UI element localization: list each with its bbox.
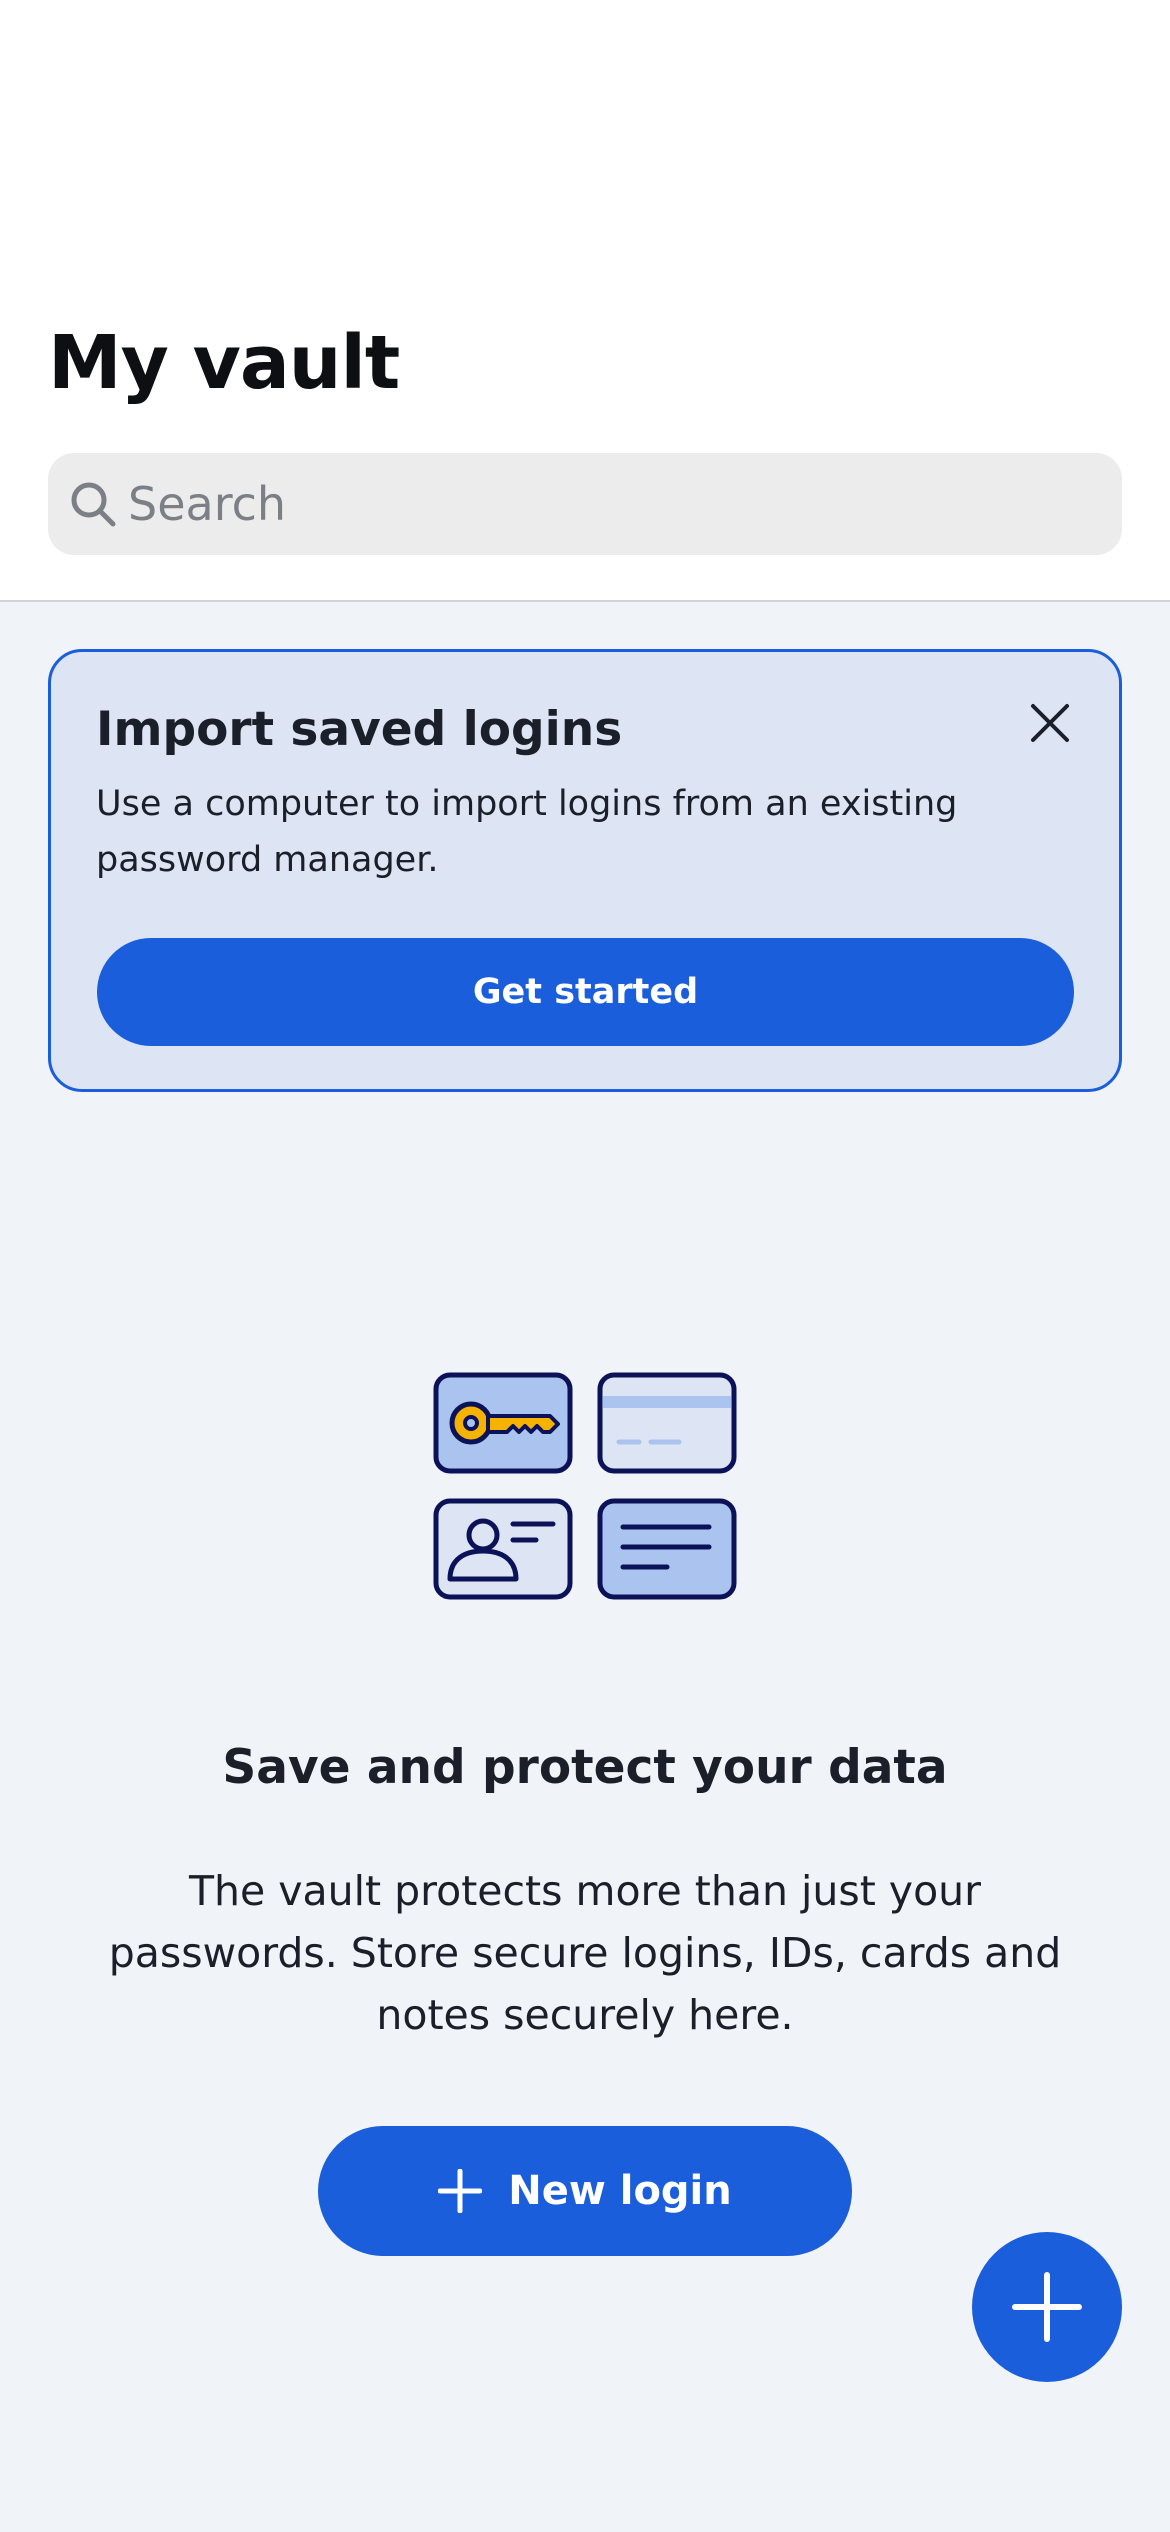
close-icon[interactable] [1027,700,1073,746]
page-title: My vault [48,320,400,406]
credit-card-icon [597,1372,737,1474]
plus-icon [1012,2272,1082,2342]
import-logins-card: Import saved logins Use a computer to im… [48,649,1122,1092]
empty-state-title: Save and protect your data [222,1740,948,1795]
vault-illustration [433,1372,737,1600]
plus-icon [438,2169,483,2213]
card-description: Use a computer to import logins from an … [96,784,958,880]
add-item-fab[interactable] [972,2232,1122,2382]
new-login-label: New login [508,2168,732,2214]
key-card-icon [433,1372,573,1474]
identity-card-icon [433,1498,573,1600]
card-title: Import saved logins [96,702,623,757]
search-input[interactable] [128,453,1088,555]
search-icon [71,482,116,527]
search-bar[interactable] [48,453,1122,555]
empty-state-description: The vault protects more than just your p… [108,1867,1062,2039]
secure-note-icon [597,1498,737,1600]
new-login-button[interactable]: New login [318,2126,852,2256]
header: My vault [0,0,1170,602]
get-started-button[interactable]: Get started [97,938,1074,1046]
